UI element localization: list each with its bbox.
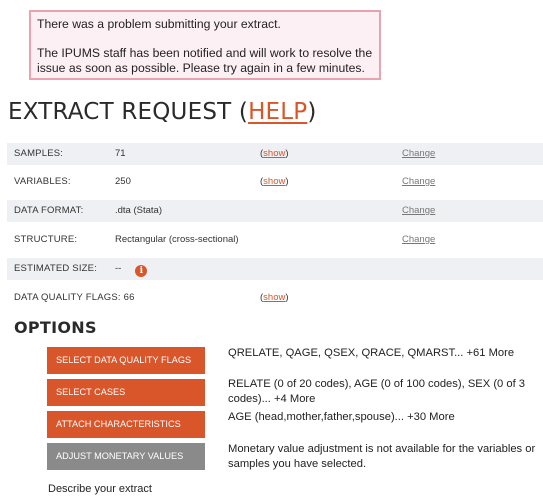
paren-close: ) <box>285 148 289 159</box>
options-heading: OPTIONS <box>14 318 97 337</box>
data-format-change-link[interactable]: Change <box>402 200 435 222</box>
page-title: EXTRACT REQUEST (HELP) <box>8 99 317 125</box>
variables-row: VARIABLES: 250 (show) Change <box>7 171 543 193</box>
estimated-size-value: -- i <box>115 258 148 280</box>
samples-label: SAMPLES: <box>14 148 64 159</box>
title-suffix: ) <box>307 99 317 125</box>
variables-value: 250 <box>115 176 131 187</box>
adjust-monetary-values-button[interactable]: ADJUST MONETARY VALUES <box>47 443 205 470</box>
samples-change-link[interactable]: Change <box>402 143 435 165</box>
data-format-value: .dta (Stata) <box>115 205 162 216</box>
attach-characteristics-button[interactable]: ATTACH CHARACTERISTICS <box>47 411 205 438</box>
adjust-monetary-values-summary: Monetary value adjustment is not availab… <box>228 443 536 470</box>
variables-change-link[interactable]: Change <box>402 171 435 193</box>
dqf-show: (show) <box>260 287 289 309</box>
structure-label: STRUCTURE: <box>14 234 78 245</box>
dqf-show-link[interactable]: show <box>263 292 285 303</box>
attach-characteristics-summary: AGE (head,mother,father,spouse)... +30 M… <box>228 411 455 423</box>
title-prefix: EXTRACT REQUEST ( <box>8 99 249 125</box>
error-alert: There was a problem submitting your extr… <box>29 10 381 80</box>
alert-message-line2: The IPUMS staff has been notified and wi… <box>37 46 373 75</box>
select-cases-summary: RELATE (0 of 20 codes), AGE (0 of 100 co… <box>228 378 526 405</box>
data-quality-flags-label: DATA QUALITY FLAGS: 66 <box>14 287 135 309</box>
help-link[interactable]: HELP <box>248 99 307 125</box>
variables-label: VARIABLES: <box>14 176 71 187</box>
variables-show: (show) <box>260 171 289 193</box>
data-quality-flags-value: 66 <box>123 292 135 303</box>
estimated-size-row: ESTIMATED SIZE: -- i <box>7 258 543 280</box>
select-cases-button[interactable]: SELECT CASES <box>47 379 205 406</box>
paren-close: ) <box>285 176 289 187</box>
structure-value: Rectangular (cross-sectional) <box>115 234 239 245</box>
paren-close: ) <box>285 292 289 303</box>
data-format-label: DATA FORMAT: <box>14 205 84 216</box>
variables-show-link[interactable]: show <box>263 176 285 187</box>
data-quality-flags-summary: QRELATE, QAGE, QSEX, QRACE, QMARST... +6… <box>228 347 515 359</box>
samples-show: (show) <box>260 143 289 165</box>
dqf-label-text: DATA QUALITY FLAGS: <box>14 292 121 303</box>
samples-show-link[interactable]: show <box>263 148 285 159</box>
describe-extract-label: Describe your extract <box>48 483 152 495</box>
samples-row: SAMPLES: 71 (show) Change <box>7 143 543 165</box>
alert-message-line1: There was a problem submitting your extr… <box>37 17 281 31</box>
select-data-quality-flags-button[interactable]: SELECT DATA QUALITY FLAGS <box>47 347 205 374</box>
data-format-row: DATA FORMAT: .dta (Stata) Change <box>7 200 543 222</box>
estimated-size-text: -- <box>115 263 122 274</box>
info-icon[interactable]: i <box>135 265 148 277</box>
structure-change-link[interactable]: Change <box>402 229 435 251</box>
samples-value: 71 <box>115 148 126 159</box>
structure-row: STRUCTURE: Rectangular (cross-sectional)… <box>7 229 543 251</box>
data-quality-flags-row: DATA QUALITY FLAGS: 66 (show) <box>7 287 543 309</box>
estimated-size-label: ESTIMATED SIZE: <box>14 263 98 274</box>
